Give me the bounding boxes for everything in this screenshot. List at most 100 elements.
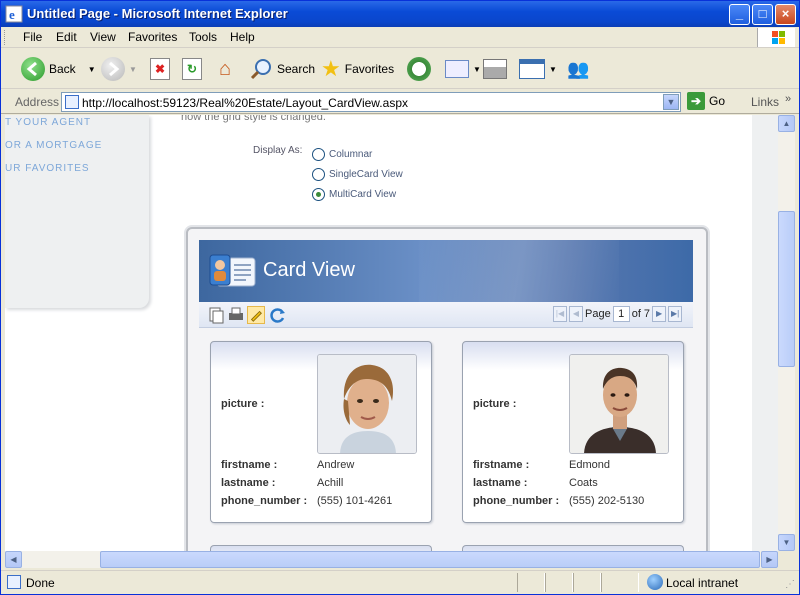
refresh-icon[interactable] [269,306,287,324]
phone-value: (555) 202-5130 [569,495,645,507]
edit-pencil-icon[interactable] [247,306,265,324]
title-bar: e Untitled Page - Microsoft Internet Exp… [1,1,799,27]
messenger-icon: 👥 [567,58,590,79]
refresh-button[interactable]: ↻ [182,55,202,83]
menu-favorites[interactable]: Favorites [128,30,177,44]
forward-button[interactable]: ▼ [101,55,137,83]
page-number-input[interactable]: 1 [612,306,630,322]
favorites-button[interactable]: ★ Favorites [321,55,394,83]
employee-card: picture : firstname : Edmond lastname: … [462,341,684,523]
address-url[interactable]: http://localhost:59123/Real%20Estate/Lay… [82,96,408,110]
scroll-left-icon[interactable]: ◀ [5,551,22,568]
next-page-icon[interactable]: ▶ [652,306,667,322]
radio-circle-icon[interactable] [312,148,325,161]
contact-card-icon [209,254,256,287]
prev-page-icon[interactable]: ◀ [569,306,583,322]
window-title: Untitled Page - Microsoft Internet Explo… [27,6,288,21]
card-view-toolbar: |◀ ◀ Page 1 of 7 ▶ ▶| [199,302,693,328]
menu-file[interactable]: File [23,30,42,44]
nav-link-mortgage[interactable]: OR A MORTGAGE [5,140,102,151]
mail-button[interactable]: ▼ [445,55,481,83]
search-icon [250,59,271,80]
home-button[interactable]: ⌂ [213,55,237,83]
nav-link-favorites[interactable]: UR FAVORITES [5,163,90,174]
windows-logo-icon [757,28,795,47]
refresh-icon: ↻ [182,58,202,80]
scroll-right-icon[interactable]: ▶ [761,551,778,568]
print-preview-icon[interactable] [227,306,245,324]
status-segment [545,573,573,592]
history-icon [407,57,431,81]
go-button[interactable]: ➔ Go [687,92,725,110]
search-button[interactable]: Search [249,55,315,83]
address-input[interactable]: http://localhost:59123/Real%20Estate/Lay… [61,92,681,112]
lastname-value: Achill [317,477,344,489]
favorites-label: Favorites [344,62,395,76]
radio-selected-icon[interactable] [312,188,325,201]
radio-circle-icon[interactable] [312,168,325,181]
status-segment [517,573,545,592]
firstname-value: Edmond [569,459,610,471]
back-arrow-icon [21,57,45,81]
radio-multicard[interactable]: MultiCard View [312,188,396,201]
radio-label: Columnar [329,149,373,160]
card-view-title: Card View [263,259,355,281]
first-page-icon[interactable]: |◀ [553,306,567,322]
stop-button[interactable]: ✖ [150,55,170,83]
page-label: Page [585,308,611,320]
vertical-scroll-thumb[interactable] [778,211,795,367]
menu-help[interactable]: Help [230,30,255,44]
maximize-button[interactable]: □ [752,4,773,25]
messenger-button[interactable]: 👥 [567,55,589,83]
employee-card: picture : firstname : Andrew lastname : [210,341,432,523]
firstname-value: Andrew [317,459,355,471]
history-button[interactable] [407,55,431,83]
horizontal-scroll-thumb[interactable] [100,551,760,568]
standard-toolbar: Back ▼ ▼ ✖ ↻ ⌂ Search ★ Favorites ▼ ▼ 👥 [1,49,799,89]
zone-label: Local intranet [666,576,739,590]
radio-label: SingleCard View [329,169,403,180]
mail-dropdown-icon[interactable]: ▼ [473,65,481,74]
back-button[interactable]: Back ▼ [21,55,96,83]
print-button[interactable] [483,55,507,83]
edit-button[interactable]: ▼ [519,55,557,83]
radio-columnar[interactable]: Columnar [312,148,372,161]
minimize-button[interactable]: _ [729,4,750,25]
vertical-scrollbar[interactable]: ▲ ▼ [778,115,795,551]
phone-value: (555) 101-4261 [317,495,393,507]
lastname-value: Coats [569,477,598,489]
close-button[interactable]: × [775,4,796,25]
resize-grip-icon[interactable]: ⋰ [785,579,795,590]
scroll-down-icon[interactable]: ▼ [778,534,795,551]
browser-window: e Untitled Page - Microsoft Internet Exp… [0,0,800,595]
page-total-label: of 7 [631,308,651,320]
left-nav-panel: T YOUR AGENT OR A MORTGAGE UR FAVORITES [5,115,149,308]
status-segment [601,573,639,592]
radio-label: MultiCard View [329,189,397,200]
links-chevron-icon[interactable]: » [785,93,791,105]
horizontal-scrollbar[interactable]: ◀ ▶ [5,551,778,568]
menu-edit[interactable]: Edit [56,30,77,44]
last-page-icon[interactable]: ▶| [668,306,683,322]
favorites-star-icon: ★ [321,56,341,81]
ie-icon: e [5,5,23,23]
scroll-up-icon[interactable]: ▲ [778,115,795,132]
address-label: Address [15,95,60,109]
menu-view[interactable]: View [90,30,116,44]
page-content: T YOUR AGENT OR A MORTGAGE UR FAVORITES … [5,115,778,551]
radio-singlecard[interactable]: SingleCard View [312,168,403,181]
address-bar: Address http://localhost:59123/Real%20Es… [1,90,799,114]
intranet-globe-icon [647,574,663,590]
nav-link-agent[interactable]: T YOUR AGENT [5,117,91,128]
picture-label: picture : [221,398,265,410]
address-dropdown-icon[interactable]: ▼ [663,94,679,110]
back-dropdown-icon[interactable]: ▼ [88,65,96,74]
mail-icon [445,60,469,78]
firstname-label: firstname : [473,459,530,471]
scrollbar-corner [778,551,795,568]
export-icon[interactable] [207,306,225,324]
edit-dropdown-icon[interactable]: ▼ [549,65,557,74]
links-label[interactable]: Links [751,95,779,109]
forward-dropdown-icon[interactable]: ▼ [129,65,137,74]
menu-tools[interactable]: Tools [189,30,217,44]
